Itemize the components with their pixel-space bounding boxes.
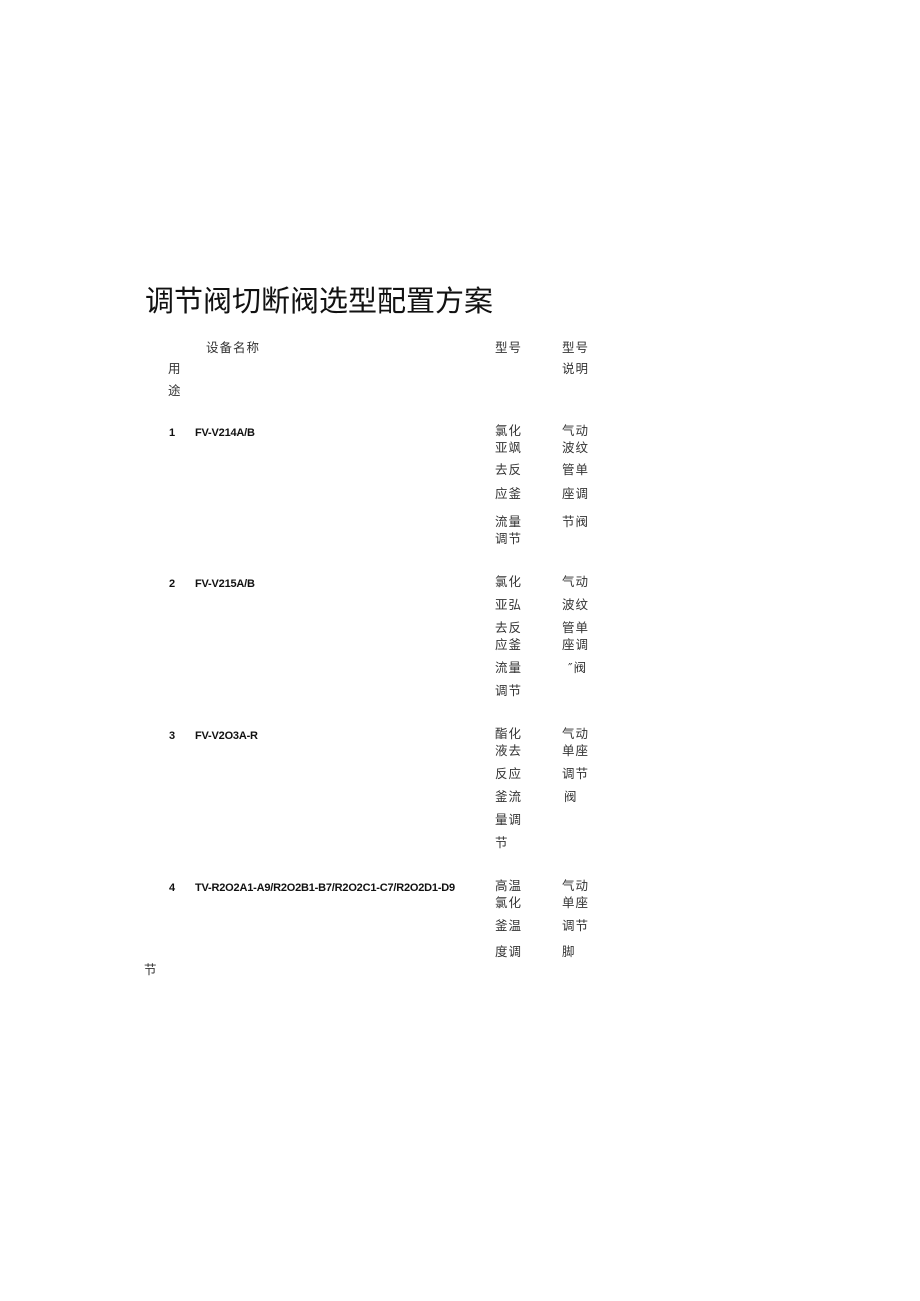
row-desc-line: 座调 xyxy=(562,637,590,652)
row-usage-line: 釜流 xyxy=(495,789,523,804)
row-index: 4 xyxy=(169,882,176,894)
row-tag: FV-V214A/B xyxy=(195,427,255,439)
row-tag: FV-V2O3A-R xyxy=(195,730,258,742)
row-index: 1 xyxy=(169,427,176,439)
row-usage-line: 氯化 xyxy=(495,423,523,438)
row-desc-line: 气动 xyxy=(562,423,590,438)
row-desc-line: 波纹 xyxy=(562,440,590,455)
row-desc-line: 座调 xyxy=(562,486,590,501)
document-title: 调节阀切断阀选型配置方案 xyxy=(145,284,494,318)
row-usage-line: 氯化 xyxy=(495,574,523,589)
row-overflow-text: 节 xyxy=(144,962,158,977)
row-usage-line: 应釜 xyxy=(495,637,523,652)
row-desc-line: 脚 xyxy=(562,944,576,959)
row-desc-line: 调节 xyxy=(562,766,590,781)
row-usage-line: 流量 xyxy=(495,660,523,675)
header-usage-line-1: 用 xyxy=(168,361,182,376)
row-desc-line: 波纹 xyxy=(562,597,590,612)
row-usage-line: 高温 xyxy=(495,878,523,893)
row-usage-line: 调节 xyxy=(495,531,523,546)
row-desc-line: 管单 xyxy=(562,620,590,635)
header-model-desc-line-2: 说明 xyxy=(562,361,590,376)
row-desc-line: ″阀 xyxy=(568,660,588,675)
row-desc-line: 单座 xyxy=(562,895,590,910)
row-tag: FV-V215A/B xyxy=(195,578,255,590)
row-desc-line: 节阀 xyxy=(562,514,590,529)
row-usage-line: 反应 xyxy=(495,766,523,781)
row-desc-line: 单座 xyxy=(562,743,590,758)
row-desc-line: 气动 xyxy=(562,878,590,893)
row-usage-line: 调节 xyxy=(495,683,523,698)
row-usage-line: 氯化 xyxy=(495,895,523,910)
row-usage-line: 釜温 xyxy=(495,918,523,933)
row-tag: TV-R2O2A1-A9/R2O2B1-B7/R2O2C1-C7/R2O2D1-… xyxy=(195,882,455,894)
row-usage-line: 液去 xyxy=(495,743,523,758)
row-usage-line: 度调 xyxy=(495,944,523,959)
header-model-desc-line-1: 型号 xyxy=(562,340,590,355)
row-usage-line: 量调 xyxy=(495,812,523,827)
row-desc-line: 调节 xyxy=(562,918,590,933)
row-usage-line: 去反 xyxy=(495,462,523,477)
header-device-name: 设备名称 xyxy=(206,340,261,355)
row-usage-line: 去反 xyxy=(495,620,523,635)
row-usage-line: 应釜 xyxy=(495,486,523,501)
row-usage-line: 节 xyxy=(495,835,509,850)
row-usage-line: 流量 xyxy=(495,514,523,529)
header-usage-line-2: 途 xyxy=(168,383,182,398)
header-model: 型号 xyxy=(495,340,523,355)
row-usage-line: 酯化 xyxy=(495,726,523,741)
row-index: 3 xyxy=(169,730,176,742)
row-index: 2 xyxy=(169,578,176,590)
row-desc-line: 阀 xyxy=(564,789,578,804)
row-desc-line: 气动 xyxy=(562,726,590,741)
row-desc-line: 气动 xyxy=(562,574,590,589)
row-desc-line: 管单 xyxy=(562,462,590,477)
row-usage-line: 亚弘 xyxy=(495,597,523,612)
row-usage-line: 亚飒 xyxy=(495,440,523,455)
